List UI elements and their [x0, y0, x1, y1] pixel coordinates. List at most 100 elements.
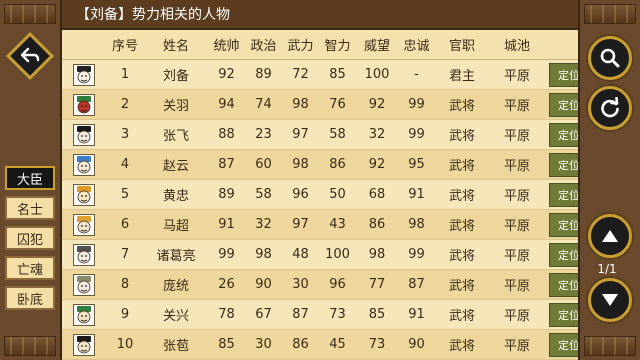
tab-deceased[interactable]: 亡魂 [5, 256, 55, 280]
portrait-avatar [73, 63, 95, 86]
row-office: 武将 [448, 189, 475, 204]
row-name: 诸葛亮 [156, 249, 196, 264]
row-avatar-cell [62, 273, 106, 296]
row-loyalty: 99 [408, 247, 425, 262]
row-prestige: 92 [368, 157, 386, 172]
row-index: 2 [120, 97, 130, 112]
tab-spies[interactable]: 卧底 [5, 286, 55, 310]
row-loyalty: - [414, 67, 419, 82]
portrait-avatar [73, 333, 95, 356]
header-loyalty: 忠诚 [403, 39, 430, 54]
row-leadership: 92 [218, 67, 235, 82]
row-city: 平原 [503, 129, 530, 144]
portrait-avatar [73, 303, 95, 326]
row-intelligence: 45 [329, 337, 346, 352]
refresh-icon [601, 97, 619, 118]
portrait-avatar [73, 153, 95, 176]
left-bottom-ornament [4, 336, 56, 356]
page-title: 【刘备】势力相关的人物 [62, 0, 578, 30]
row-prestige: 68 [368, 187, 386, 202]
row-war: 96 [292, 187, 309, 202]
row-index: 9 [120, 307, 130, 322]
header-politics: 政治 [250, 39, 277, 54]
row-politics: 60 [255, 157, 272, 172]
row-avatar-cell [62, 93, 106, 116]
row-politics: 32 [255, 217, 272, 232]
refresh-button[interactable] [588, 86, 632, 130]
row-intelligence: 76 [329, 97, 346, 112]
table-row: 10 张苞 85 30 86 45 73 90 武将 平原 定位 [62, 330, 589, 360]
row-office: 武将 [448, 99, 475, 114]
portrait-avatar [73, 213, 95, 236]
row-leadership: 85 [218, 337, 235, 352]
row-name: 张飞 [162, 129, 189, 144]
row-office: 君主 [448, 69, 475, 84]
row-war: 30 [292, 277, 309, 292]
row-intelligence: 86 [329, 157, 346, 172]
left-top-ornament [4, 4, 56, 24]
arrow-up-icon [602, 230, 618, 242]
header-intelligence: 智力 [324, 39, 351, 54]
row-office: 武将 [448, 309, 475, 324]
table-row: 2 关羽 94 74 98 76 92 99 武将 平原 定位 [62, 90, 589, 120]
category-tabs: 大臣 名士 囚犯 亡魂 卧底 [5, 166, 55, 316]
row-politics: 90 [255, 277, 272, 292]
page-up-button[interactable] [588, 214, 632, 258]
row-index: 7 [120, 247, 130, 262]
table-row: 8 庞统 26 90 30 96 77 87 武将 平原 定位 [62, 270, 589, 300]
row-leadership: 94 [218, 97, 235, 112]
portrait-avatar [73, 243, 95, 266]
search-icon [600, 48, 620, 68]
row-intelligence: 85 [329, 67, 346, 82]
row-city: 平原 [503, 159, 530, 174]
row-politics: 58 [255, 187, 272, 202]
row-prestige: 98 [368, 247, 386, 262]
header-office: 官职 [448, 39, 475, 54]
row-name: 黄忠 [162, 189, 189, 204]
tab-prisoners[interactable]: 囚犯 [5, 226, 55, 250]
row-politics: 30 [255, 337, 272, 352]
character-table: 1 刘备 92 89 72 85 100- 君主 平原 定位 2 关羽 94 74 98 76 92 99 武将 平原… [62, 60, 589, 360]
row-war: 72 [292, 67, 309, 82]
page-down-button[interactable] [588, 278, 632, 322]
row-prestige: 92 [368, 97, 386, 112]
row-politics: 89 [255, 67, 272, 82]
row-loyalty: 91 [408, 187, 425, 202]
row-prestige: 85 [368, 307, 386, 322]
row-avatar-cell [62, 333, 106, 356]
row-loyalty: 99 [408, 127, 425, 142]
back-arrow-icon [20, 47, 40, 63]
tab-ministers[interactable]: 大臣 [5, 166, 55, 190]
row-city: 平原 [503, 249, 530, 264]
row-avatar-cell [62, 303, 106, 326]
header-leadership: 统帅 [213, 39, 240, 54]
search-button[interactable] [588, 36, 632, 80]
row-intelligence: 50 [329, 187, 346, 202]
row-war: 48 [292, 247, 309, 262]
row-name: 刘备 [162, 69, 189, 84]
row-office: 武将 [448, 159, 475, 174]
row-loyalty: 99 [408, 97, 425, 112]
row-city: 平原 [503, 339, 530, 354]
row-office: 武将 [448, 129, 475, 144]
table-row: 4 赵云 87 60 98 86 92 95 武将 平原 定位 [62, 150, 589, 180]
row-war: 87 [292, 307, 309, 322]
row-leadership: 88 [218, 127, 235, 142]
row-politics: 74 [255, 97, 272, 112]
left-panel: 大臣 名士 囚犯 亡魂 卧底 [0, 0, 62, 360]
header-war: 武力 [287, 39, 314, 54]
row-intelligence: 73 [329, 307, 346, 322]
tab-celebrities[interactable]: 名士 [5, 196, 55, 220]
row-name: 张苞 [162, 339, 189, 354]
row-index: 5 [120, 187, 130, 202]
row-city: 平原 [503, 189, 530, 204]
back-button[interactable] [5, 31, 55, 81]
portrait-avatar [73, 123, 95, 146]
row-politics: 67 [255, 307, 272, 322]
row-loyalty: 91 [408, 307, 425, 322]
row-office: 武将 [448, 219, 475, 234]
row-name: 庞统 [162, 279, 189, 294]
row-prestige: 100 [364, 67, 390, 82]
row-prestige: 77 [368, 277, 386, 292]
row-prestige: 73 [368, 337, 386, 352]
